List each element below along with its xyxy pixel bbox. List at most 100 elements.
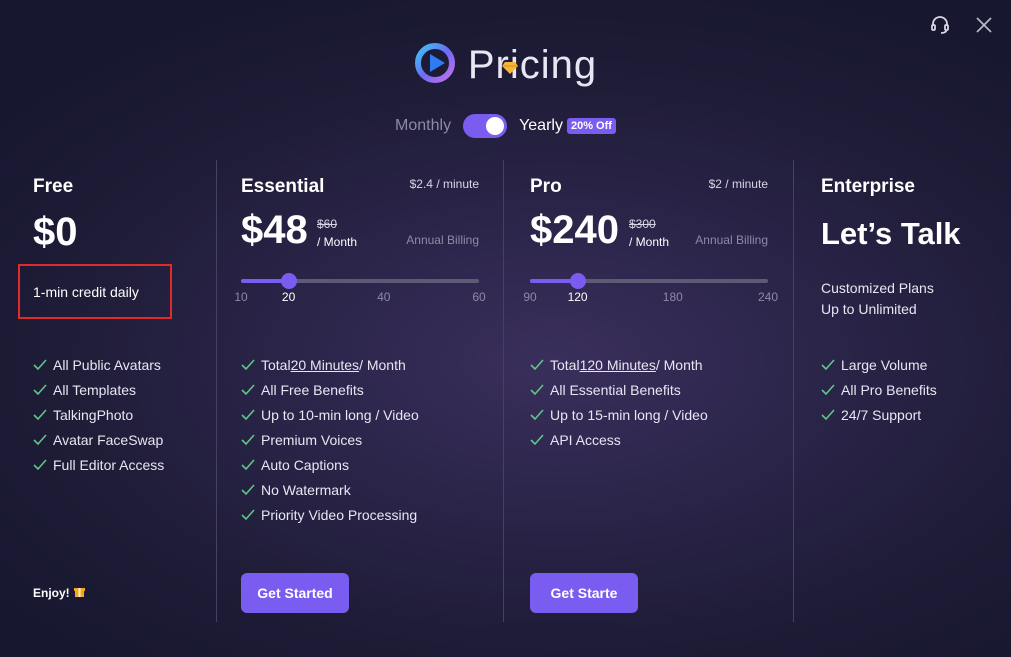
feature-list: Total 20 Minutes / Month All Free Benefi… — [241, 352, 419, 527]
plan-essential: Essential $2.4 / minute $48 $60 / Month … — [234, 160, 486, 622]
gift-icon — [73, 585, 85, 600]
subtitle-line: Up to Unlimited — [821, 301, 917, 317]
credit-highlight: 1-min credit daily — [18, 264, 172, 319]
yearly-option[interactable]: Yearly 20% Off — [519, 117, 616, 135]
feature-item: Premium Voices — [241, 427, 419, 452]
check-icon — [241, 358, 255, 370]
original-price: $300 — [629, 217, 656, 231]
per-minute-rate: $2.4 / minute — [409, 177, 479, 191]
feature-list: Large Volume All Pro Benefits 24/7 Suppo… — [821, 352, 937, 427]
billing-note: Annual Billing — [695, 233, 768, 247]
check-icon — [241, 458, 255, 470]
plan-price: $0 — [33, 210, 78, 254]
feature-list: Total 120 Minutes / Month All Essential … — [530, 352, 708, 452]
feature-item: Large Volume — [821, 352, 937, 377]
feature-item: Full Editor Access — [33, 452, 164, 477]
slider-tick-label: 10 — [234, 290, 248, 304]
plan-name: Enterprise — [821, 176, 915, 197]
slider-thumb[interactable] — [569, 273, 586, 289]
feature-item: All Free Benefits — [241, 377, 419, 402]
close-icon[interactable] — [973, 14, 995, 36]
enterprise-subtitle: Customized Plans Up to Unlimited — [821, 278, 934, 320]
check-icon — [530, 358, 544, 370]
window-controls — [929, 14, 995, 36]
check-icon — [33, 433, 47, 445]
slider-tick-label: 240 — [757, 290, 779, 304]
slider-thumb[interactable] — [280, 273, 297, 289]
feature-item: Priority Video Processing — [241, 502, 419, 527]
play-logo-icon — [414, 42, 456, 89]
discount-badge: 20% Off — [566, 118, 616, 134]
check-icon — [530, 383, 544, 395]
billing-period: / Month — [629, 235, 670, 249]
feature-item-total: Total 20 Minutes / Month — [241, 352, 419, 377]
credit-text: 1-min credit daily — [33, 283, 139, 300]
feature-item: API Access — [530, 427, 708, 452]
feature-item: All Public Avatars — [33, 352, 164, 377]
slider-tick-label: 90 — [523, 290, 537, 304]
get-started-button[interactable]: Get Started — [241, 573, 349, 613]
check-icon — [821, 358, 835, 370]
feature-item: TalkingPhoto — [33, 402, 164, 427]
check-icon — [821, 408, 835, 420]
slider-tick-label: 40 — [377, 290, 391, 304]
slider-tick-label: 60 — [472, 290, 486, 304]
check-icon — [33, 358, 47, 370]
slider-tick-label: 180 — [662, 290, 683, 304]
check-icon — [821, 383, 835, 395]
minutes-slider: 90 120 180 240 — [523, 272, 778, 304]
get-started-button[interactable]: Get Starte — [530, 573, 638, 613]
price-meta: $60 / Month — [317, 215, 357, 251]
feature-item: Up to 10-min long / Video — [241, 402, 419, 427]
plan-pro: Pro $2 / minute $240 $300 / Month Annual… — [523, 160, 778, 622]
slider-tick-label: 120 — [567, 290, 588, 304]
monthly-label[interactable]: Monthly — [395, 117, 451, 135]
check-icon — [241, 433, 255, 445]
feature-item: Avatar FaceSwap — [33, 427, 164, 452]
subtitle-line: Customized Plans — [821, 280, 934, 296]
plan-enterprise: Enterprise Let’s Talk Customized Plans U… — [821, 160, 1001, 622]
billing-note: Annual Billing — [406, 233, 479, 247]
plan-price: Let’s Talk — [821, 216, 961, 251]
yearly-label: Yearly — [519, 117, 563, 134]
plan-name: Pro — [530, 176, 562, 197]
plans-grid: Free $0 1-min credit daily All Public Av… — [0, 160, 1011, 622]
check-icon — [241, 508, 255, 520]
diamond-icon — [501, 39, 518, 84]
plan-divider — [503, 160, 504, 622]
original-price: $60 — [317, 217, 338, 231]
feature-item: Up to 15-min long / Video — [530, 402, 708, 427]
slider-track[interactable] — [530, 279, 768, 283]
check-icon — [241, 483, 255, 495]
check-icon — [33, 383, 47, 395]
plan-name: Essential — [241, 176, 325, 197]
plan-price: $240 — [530, 208, 619, 252]
price-meta: $300 / Month — [629, 215, 669, 251]
plan-divider — [216, 160, 217, 622]
brand-header: Pricing — [0, 42, 1011, 89]
enjoy-note: Enjoy! — [33, 585, 85, 600]
slider-tick-label: 20 — [281, 290, 296, 304]
feature-item-total: Total 120 Minutes / Month — [530, 352, 708, 377]
feature-item: Auto Captions — [241, 452, 419, 477]
switch-knob — [486, 117, 505, 135]
billing-period: / Month — [317, 235, 358, 249]
feature-item: All Essential Benefits — [530, 377, 708, 402]
plan-divider — [793, 160, 794, 622]
billing-toggle: Monthly Yearly 20% Off — [0, 114, 1011, 138]
check-icon — [241, 408, 255, 420]
check-icon — [33, 458, 47, 470]
feature-item: No Watermark — [241, 477, 419, 502]
billing-switch[interactable] — [463, 114, 508, 138]
check-icon — [241, 383, 255, 395]
per-minute-rate: $2 / minute — [708, 177, 768, 191]
slider-track[interactable] — [241, 279, 479, 283]
page-title: Pricing — [468, 43, 597, 88]
feature-item: 24/7 Support — [821, 402, 937, 427]
headset-icon[interactable] — [929, 14, 951, 36]
plan-name: Free — [33, 176, 74, 197]
plan-price: $48 — [241, 208, 308, 252]
feature-list: All Public Avatars All Templates Talking… — [33, 352, 164, 477]
check-icon — [33, 408, 47, 420]
feature-item: All Pro Benefits — [821, 377, 937, 402]
